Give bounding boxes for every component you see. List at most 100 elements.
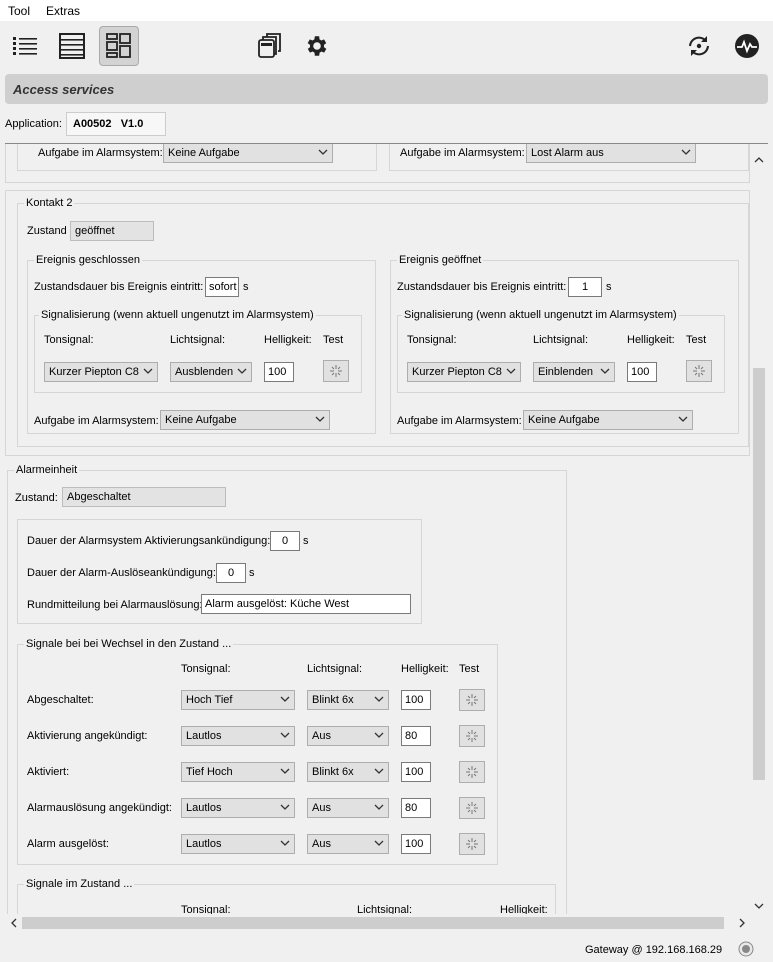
menu-tool[interactable]: Tool [8, 4, 30, 18]
sparkle-icon [330, 365, 342, 377]
event-closed-group: Ereignis geschlossen Zustandsdauer bis E… [27, 254, 376, 434]
activation-input[interactable]: 0 [270, 531, 300, 551]
brightness-input[interactable]: 100 [401, 690, 431, 710]
vertical-scroll-thumb[interactable] [753, 368, 765, 780]
chevron-right-icon[interactable] [738, 918, 746, 928]
chevron-down-icon[interactable] [754, 902, 764, 910]
signal-row-label: Alarmauslösung angekündigt: [27, 802, 172, 814]
signals-change-group: Signale bei bei Wechsel in den Zustand .… [17, 638, 498, 865]
duration-input[interactable]: sofort [205, 277, 239, 297]
light-select[interactable]: Aus [307, 798, 389, 818]
duration-unit: s [606, 281, 612, 293]
page-title-bar: Access services [5, 74, 768, 104]
chevron-left-icon[interactable] [10, 918, 18, 928]
tone-select[interactable]: Lautlos [181, 726, 295, 746]
test-button[interactable] [459, 725, 485, 747]
test-button[interactable] [686, 360, 712, 382]
vertical-scrollbar[interactable] [750, 150, 767, 916]
tone-select[interactable]: Lautlos [181, 834, 295, 854]
chevron-down-icon [280, 840, 290, 846]
test-button[interactable] [459, 689, 485, 711]
tone-select[interactable]: Tief Hoch [181, 762, 295, 782]
light-select[interactable]: Aus [307, 834, 389, 854]
signal-title: Signalisierung (wenn aktuell ungenutzt i… [39, 309, 316, 321]
table-view-button[interactable] [52, 26, 92, 66]
tone-select[interactable]: Lautlos [181, 798, 295, 818]
test-button[interactable] [459, 833, 485, 855]
alarm-title: Alarmeinheit [14, 464, 80, 476]
horizontal-scrollbar[interactable] [5, 914, 750, 931]
col-light: Lichtsignal: [307, 663, 363, 675]
task-select[interactable]: Keine Aufgabe [160, 410, 330, 430]
settings-button[interactable] [297, 26, 337, 66]
test-button[interactable] [459, 761, 485, 783]
duration-input[interactable]: 1 [568, 277, 602, 297]
brightness-input[interactable]: 100 [401, 834, 431, 854]
chevron-down-icon [280, 768, 290, 774]
sparkle-icon [466, 730, 478, 742]
light-select[interactable]: Blinkt 6x [307, 762, 389, 782]
task-select[interactable]: Keine Aufgabe [523, 410, 693, 430]
col-light: Lichtsignal: [533, 334, 589, 346]
heartbeat-button[interactable] [727, 26, 767, 66]
application-value: A00502 V1.0 [66, 112, 166, 136]
brightness-input[interactable]: 80 [401, 798, 431, 818]
event-opened-group: Ereignis geöffnet Zustandsdauer bis Erei… [390, 254, 739, 434]
task-label: Aufgabe im Alarmsystem: [397, 415, 522, 427]
sparkle-icon [466, 766, 478, 778]
test-button[interactable] [323, 360, 349, 382]
light-select[interactable]: Blinkt 6x [307, 690, 389, 710]
col-brightness: Helligkeit: [264, 334, 312, 346]
col-test: Test [323, 334, 344, 346]
test-button[interactable] [459, 797, 485, 819]
outer-frame-top [5, 144, 750, 183]
brightness-input[interactable]: 100 [401, 762, 431, 782]
chevron-down-icon [280, 696, 290, 702]
light-select[interactable]: Ausblenden [170, 362, 252, 382]
duration-label: Zustandsdauer bis Ereignis eintritt: [34, 281, 204, 293]
col-light: Lichtsignal: [357, 904, 413, 914]
sparkle-icon [466, 802, 478, 814]
gateway-status: Gateway @ 192.168.168.29 [585, 944, 723, 956]
status-bar: Gateway @ 192.168.168.29 [0, 937, 773, 962]
tone-select[interactable]: Kurzer Piepton C8 [407, 362, 521, 382]
horizontal-scroll-thumb[interactable] [22, 917, 724, 929]
sync-icon [689, 36, 709, 56]
kontakt2-group: Kontakt 2 Zustand geöffnet Ereignis gesc… [17, 197, 749, 447]
tone-select[interactable]: Hoch Tief [181, 690, 295, 710]
copy-button[interactable] [250, 26, 290, 66]
state-value: geöffnet [70, 221, 154, 241]
dashboard-view-button[interactable] [99, 26, 139, 66]
list-icon [13, 37, 37, 55]
menu-bar: Tool Extras [0, 0, 773, 21]
chevron-down-icon [237, 368, 247, 374]
brightness-input[interactable]: 80 [401, 726, 431, 746]
menu-extras[interactable]: Extras [46, 4, 80, 18]
copy-icon [258, 33, 281, 58]
state-label: Zustand [27, 225, 67, 237]
light-select[interactable]: Aus [307, 726, 389, 746]
signal-group: Signalisierung (wenn aktuell ungenutzt i… [397, 309, 725, 393]
alarm-group: Alarmeinheit Zustand: Abgeschaltet Dauer… [7, 464, 567, 914]
broadcast-label: Rundmitteilung bei Alarmauslösung: [27, 599, 203, 611]
chevron-down-icon [280, 732, 290, 738]
trigger-unit: s [249, 567, 255, 579]
col-test: Test [686, 334, 707, 346]
sparkle-icon [466, 838, 478, 850]
signal-title: Signalisierung (wenn aktuell ungenutzt i… [402, 309, 679, 321]
broadcast-input[interactable]: Alarm ausgelöst: Küche West [201, 594, 411, 614]
brightness-input[interactable]: 100 [627, 362, 657, 382]
col-tone: Tonsignal: [181, 904, 231, 914]
activation-unit: s [303, 535, 309, 547]
light-select[interactable]: Einblenden [533, 362, 615, 382]
heartbeat-icon [735, 34, 759, 58]
content-viewport[interactable]: Aufgabe im Alarmsystem: Keine Aufgabe Au… [5, 144, 750, 914]
list-view-button[interactable] [5, 26, 45, 66]
sync-button[interactable] [679, 26, 719, 66]
brightness-input[interactable]: 100 [264, 362, 294, 382]
chevron-up-icon[interactable] [754, 156, 764, 164]
page-title: Access services [13, 82, 115, 97]
tone-select[interactable]: Kurzer Piepton C8 [44, 362, 158, 382]
trigger-input[interactable]: 0 [216, 563, 246, 583]
chevron-down-icon [280, 804, 290, 810]
